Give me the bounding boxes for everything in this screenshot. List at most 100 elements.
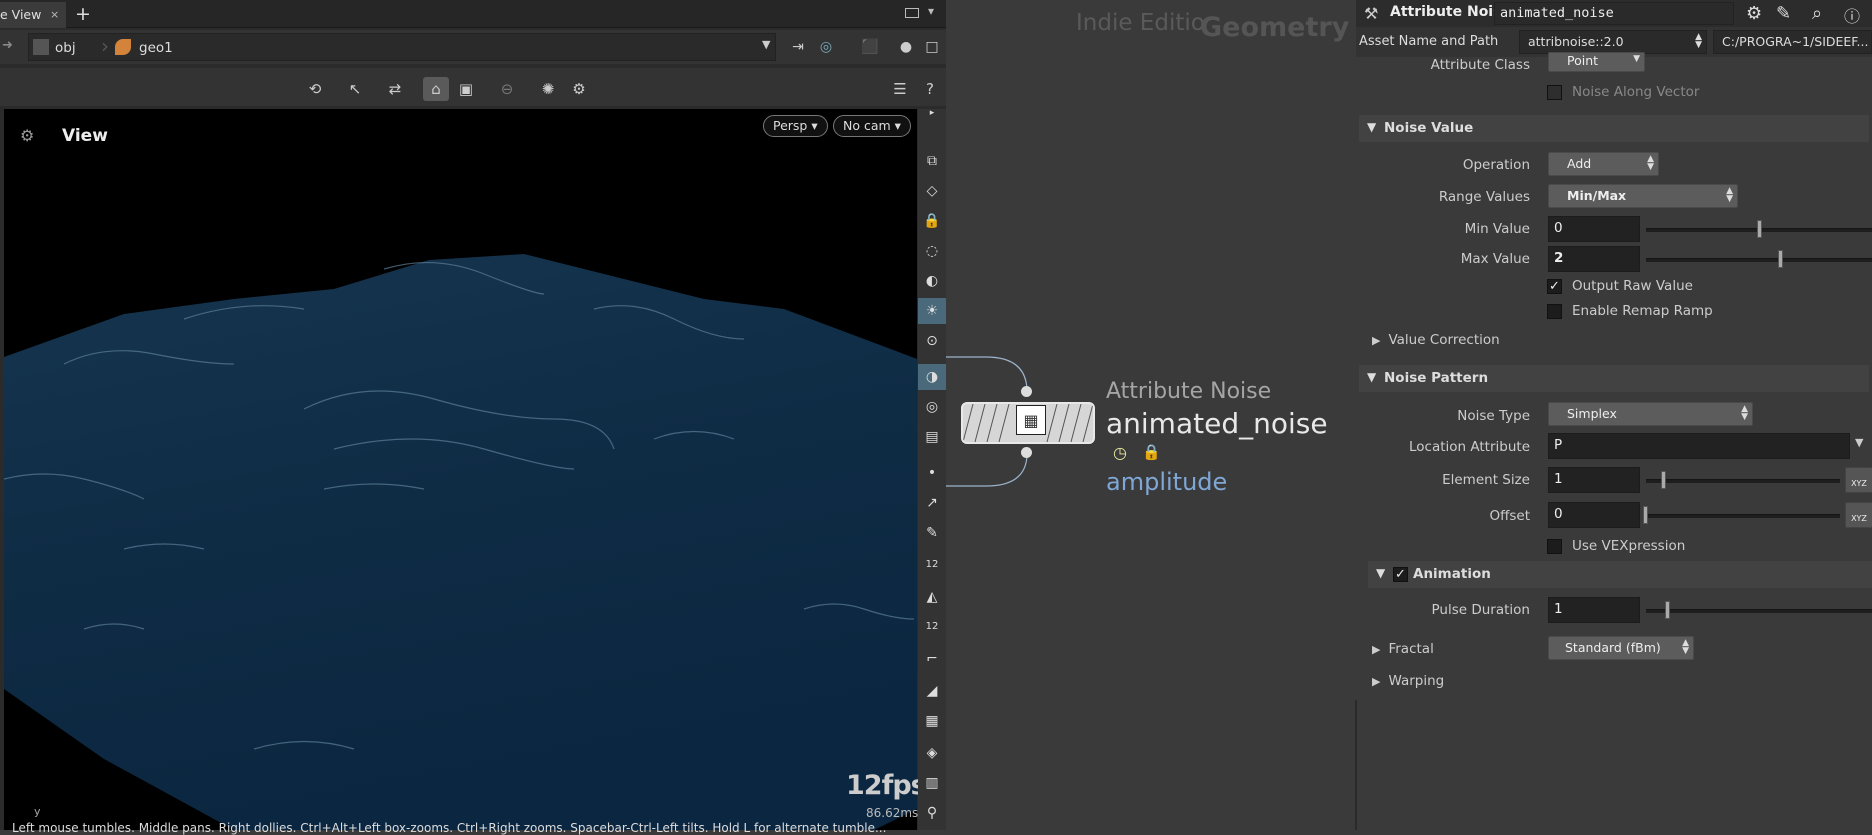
close-icon[interactable]: ×	[50, 8, 59, 21]
lighting-icon[interactable]: ☀	[918, 298, 946, 324]
select-icon[interactable]: ↖	[342, 77, 368, 101]
breadcrumb-geo[interactable]: geo1	[115, 34, 179, 60]
map-icon[interactable]: ▥	[918, 770, 946, 796]
pin-icon[interactable]: ⇥	[786, 35, 810, 59]
max-value-field[interactable]: 2	[1548, 246, 1640, 272]
node-name-label[interactable]: animated_noise	[1106, 407, 1328, 440]
node-output-connector[interactable]	[1021, 447, 1032, 458]
max-value-knob[interactable]	[1778, 250, 1783, 268]
visibility-icon[interactable]: ◎	[918, 394, 946, 420]
normals-icon[interactable]: ↗	[918, 490, 946, 516]
snapshot-icon[interactable]: ▣	[453, 77, 479, 101]
range-values-dropdown[interactable]: Min/Max ▲ ▼	[1548, 184, 1738, 208]
gear-icon[interactable]: ⚙	[1746, 3, 1762, 24]
use-vex-checkbox[interactable]	[1547, 539, 1562, 554]
sidebar-expand-icon[interactable]: ▸	[918, 108, 946, 118]
marker-icon[interactable]: ⊙	[918, 328, 946, 354]
fractal-dropdown[interactable]: Standard (fBm) ▲ ▼	[1548, 636, 1694, 660]
asset-name-field[interactable]: attribnoise::2.0 ▲ ▼	[1519, 30, 1707, 54]
camera-menu[interactable]: No cam ▾	[833, 115, 911, 137]
transform-icon[interactable]: ⇄	[382, 77, 408, 101]
element-size-knob[interactable]	[1661, 471, 1666, 489]
asset-name-value: attribnoise::2.0	[1528, 34, 1624, 49]
list-options-icon[interactable]: ☰	[887, 77, 913, 101]
pulse-duration-knob[interactable]	[1665, 601, 1670, 619]
animation-toggle-checkbox[interactable]: ✓	[1393, 567, 1408, 582]
pulse-duration-slider[interactable]	[1646, 609, 1872, 613]
min-value-field[interactable]: 0	[1548, 216, 1640, 242]
max-value-slider[interactable]	[1646, 258, 1872, 262]
section-noise-pattern[interactable]: ▼ Noise Pattern	[1359, 365, 1869, 392]
node-name-field[interactable]: animated_noise	[1494, 2, 1734, 25]
curve-icon[interactable]: ⌐	[918, 646, 946, 672]
enable-remap-checkbox[interactable]	[1547, 304, 1562, 319]
light-bulb-icon[interactable]: ◌	[918, 238, 946, 264]
offset-knob[interactable]	[1643, 506, 1648, 524]
background-icon[interactable]: □	[920, 35, 944, 59]
offset-xyz-button[interactable]: XYZ	[1845, 502, 1872, 528]
shading-mode-icon[interactable]: ◑	[918, 364, 946, 390]
add-tab-button[interactable]: +	[75, 3, 91, 25]
location-attribute-label: Location Attribute	[1409, 439, 1530, 455]
noise-along-vector-checkbox[interactable]	[1547, 85, 1562, 100]
output-raw-checkbox[interactable]: ✓	[1547, 279, 1562, 294]
operation-dropdown[interactable]: Add ▲ ▼	[1548, 152, 1659, 176]
offset-slider[interactable]	[1646, 514, 1840, 518]
folder-value-correction[interactable]: ▶ Value Correction	[1372, 332, 1500, 348]
brush-icon[interactable]: ✎	[918, 520, 946, 546]
maximize-icon[interactable]	[905, 8, 919, 18]
element-size-field[interactable]: 1	[1548, 467, 1640, 493]
element-size-slider[interactable]	[1646, 479, 1840, 483]
link-icon[interactable]: ◎	[814, 35, 838, 59]
min-value-knob[interactable]	[1757, 220, 1762, 238]
folder-fractal[interactable]: ▶ Fractal	[1372, 641, 1434, 657]
help-icon[interactable]: ?	[917, 77, 943, 101]
sphere-icon[interactable]: ◐	[918, 268, 946, 294]
tool-icon[interactable]: ⚲	[918, 800, 946, 826]
geometry-icon[interactable]: ◇	[918, 178, 946, 204]
noise-type-dropdown[interactable]: Simplex ▲ ▼	[1548, 402, 1753, 426]
location-attribute-field[interactable]: P	[1548, 433, 1850, 459]
path-field[interactable]: obj › geo1 ▼	[28, 33, 776, 61]
point-numbers-icon[interactable]: 12	[918, 552, 946, 578]
persp-menu[interactable]: Persp ▾	[763, 115, 828, 137]
search-icon[interactable]: ⌕	[1812, 3, 1822, 24]
camera-view-icon[interactable]: ⌂	[423, 77, 449, 101]
uv-icon[interactable]: ◈	[918, 740, 946, 766]
chevron-down-icon[interactable]: ▼	[1855, 436, 1863, 449]
prim-icon[interactable]: ◭	[918, 584, 946, 610]
snapshot-sidebar-icon[interactable]: ▤	[918, 424, 946, 450]
grid-icon[interactable]: ▦	[918, 708, 946, 734]
section-noise-value[interactable]: ▼ Noise Value	[1359, 115, 1869, 142]
prim-numbers-icon[interactable]: 12	[918, 614, 946, 640]
layers-icon[interactable]: ⧉	[918, 148, 946, 174]
tab-scene-view[interactable]: e View ×	[0, 2, 66, 28]
folder-warping[interactable]: ▶ Warping	[1372, 673, 1444, 689]
expand-triangle-icon: ▶	[1372, 334, 1381, 347]
chevron-down-icon[interactable]: ▼	[762, 38, 770, 51]
disabled-icon[interactable]: ⊖	[494, 77, 520, 101]
back-arrow-icon[interactable]: ➜	[2, 38, 13, 53]
brush-icon[interactable]: ✎	[1776, 3, 1791, 24]
range-values-label: Range Values	[1438, 189, 1530, 205]
render-icon[interactable]: ✺	[535, 77, 561, 101]
point-icon[interactable]: •	[918, 460, 946, 486]
node-input-connector[interactable]	[1021, 386, 1032, 397]
settings-gear-icon[interactable]: ⚙	[566, 77, 592, 101]
display-options-icon[interactable]: ⬛	[858, 35, 882, 59]
pulse-duration-field[interactable]: 1	[1548, 597, 1640, 623]
breadcrumb-obj[interactable]: obj	[33, 34, 82, 60]
tumble-icon[interactable]: ⟲	[302, 77, 328, 101]
element-size-xyz-button[interactable]: XYZ	[1845, 467, 1872, 493]
pane-menu-icon[interactable]: ▾	[928, 4, 934, 18]
3d-viewport[interactable]	[4, 109, 917, 830]
info-icon[interactable]: ⓘ	[1844, 3, 1860, 27]
section-animation[interactable]: ▼ ✓ Animation	[1368, 561, 1872, 588]
fractal-value: Standard (fBm)	[1565, 640, 1661, 655]
lock-icon[interactable]: 🔒	[918, 208, 946, 234]
offset-field[interactable]: 0	[1548, 502, 1640, 528]
surface-icon[interactable]: ◢	[918, 678, 946, 704]
attr-class-dropdown[interactable]: Point ▼	[1548, 52, 1645, 72]
shading-icon[interactable]: ●	[894, 35, 918, 59]
asset-path-field[interactable]: C:/PROGRA~1/SIDEEF...	[1713, 30, 1872, 54]
